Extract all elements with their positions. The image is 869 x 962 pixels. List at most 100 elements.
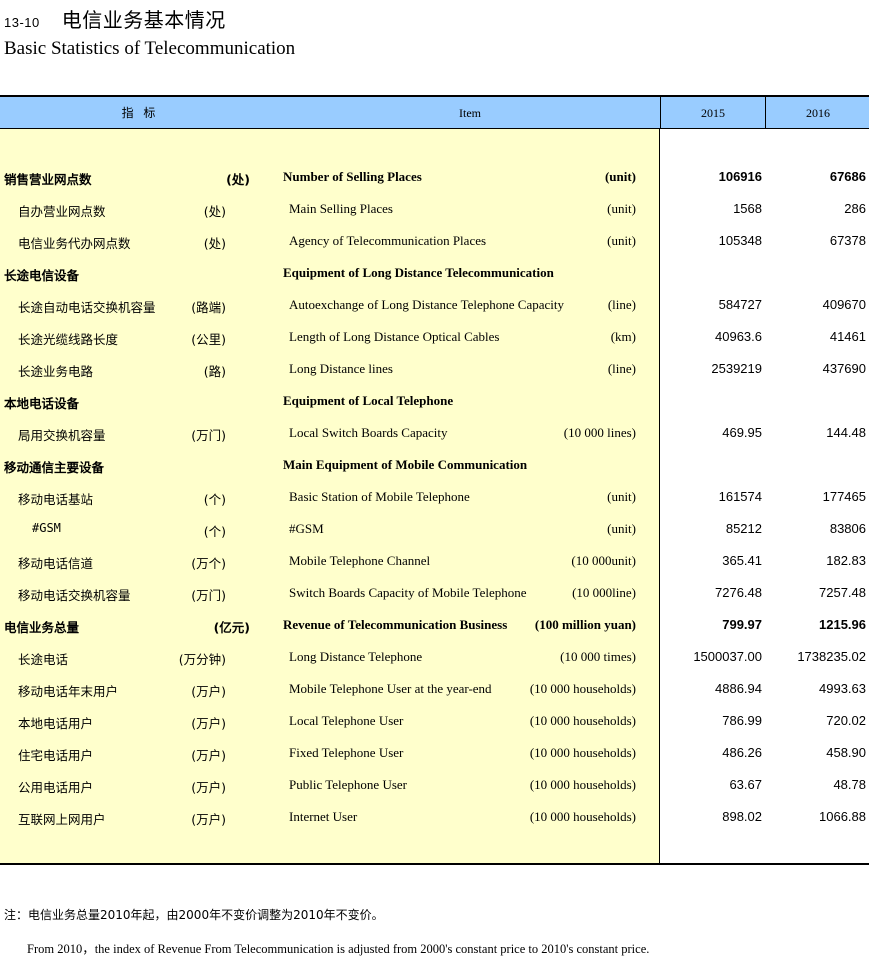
item-en: Equipment of Long Distance Telecommunica… [283,265,554,280]
value-2016: 144.48 [826,425,866,440]
item-en: Equipment of Local Telephone [283,393,454,408]
value-2016: 67686 [829,169,866,184]
value-2015: 584727 [718,297,762,312]
value-2016: 7257.48 [819,585,866,600]
value-2015: 486.26 [722,745,762,760]
item-en-unit: (10 000 households) [529,713,636,728]
item-en-unit: (unit) [604,169,636,184]
header-year-2015: 2015 [660,97,765,129]
indicator-cn-unit: (处) [203,204,226,219]
indicator-cn-unit: (万个) [191,556,226,571]
indicator-cn-unit: (路) [203,364,226,379]
table-row: 自办营业网点数 (处) Main Selling Places (unit) 1568 2… [0,193,869,225]
indicator-cn: 移动电话交换机容量 [18,588,131,603]
table-row: 电信业务代办网点数 (处) Agency of Telecommunication … [0,225,869,257]
table-row: 销售营业网点数 (处) Number of Selling Places (unit)… [0,161,869,193]
table-row: 移动电话年末用户 (万户) Mobile Telephone User at the… [0,673,869,705]
value-2015: 365.41 [722,553,762,568]
value-2015: 105348 [718,233,762,248]
table-row: 长途自动电话交换机容量 (路端) Autoexchange of Long Dist… [0,289,869,321]
indicator-cn: 移动通信主要设备 [4,460,105,475]
indicator-cn-unit: (万户) [191,716,226,731]
item-en-unit: (10 000 lines) [563,425,636,440]
table-row: 长途光缆线路长度 (公里) Length of Long Distance Opti… [0,321,869,353]
value-2016: 48.78 [833,777,866,792]
indicator-cn: 电信业务代办网点数 [18,236,131,251]
page-title-cn: 13-10 电信业务基本情况 [4,4,226,33]
indicator-cn-unit: (万户) [191,748,226,763]
indicator-cn: 局用交换机容量 [18,428,106,443]
value-2016: 1066.88 [819,809,866,824]
value-2016: 4993.63 [819,681,866,696]
indicator-cn: #GSM [32,521,61,535]
value-2016: 1738235.02 [797,649,866,664]
item-en: Basic Station of Mobile Telephone [289,489,470,504]
item-en: Revenue of Telecommunication Business [283,617,508,632]
item-en: Local Switch Boards Capacity [289,425,448,440]
table-row: 局用交换机容量 (万门) Local Switch Boards Capacity (… [0,417,869,449]
value-2015: 1568 [733,201,762,216]
page-title-en: Basic Statistics of Telecommunication [4,38,296,59]
table-header: 指 标 Item 2015 2016 [0,95,869,129]
header-year-2016: 2016 [765,97,869,129]
item-en: Agency of Telecommunication Places [289,233,487,248]
table-row: 移动电话信道 (万个) Mobile Telephone Channel (10 00… [0,545,869,577]
value-2015: 106916 [718,169,762,184]
item-en: #GSM [289,521,324,536]
item-en: Autoexchange of Long Distance Telephone … [289,297,565,312]
value-2015: 799.97 [722,617,762,632]
item-en: Public Telephone User [289,777,407,792]
item-en: Number of Selling Places [283,169,422,184]
table-row: 长途业务电路 (路) Long Distance lines (line) 253921… [0,353,869,385]
indicator-cn-unit: (万门) [191,588,226,603]
item-en-unit: (10 000 times) [560,649,636,664]
item-en-unit: (10 000 households) [529,777,636,792]
table-row: 移动通信主要设备 Main Equipment of Mobile Communi… [0,449,869,481]
indicator-cn: 销售营业网点数 [4,172,92,187]
indicator-cn: 公用电话用户 [18,780,94,795]
indicator-cn: 长途电信设备 [4,268,80,283]
value-2015: 63.67 [729,777,762,792]
item-en: Long Distance lines [289,361,393,376]
indicator-cn-unit: (万分钟) [178,652,226,667]
value-2015: 85212 [725,521,762,536]
indicator-cn-unit: (处) [226,172,250,187]
indicator-cn: 移动电话基站 [18,492,94,507]
item-en: Mobile Telephone Channel [289,553,431,568]
item-en-unit: (10 000unit) [571,553,636,568]
value-2015: 7276.48 [715,585,762,600]
value-2015: 161574 [718,489,762,504]
item-en-unit: (km) [610,329,636,344]
item-en-unit: (unit) [607,233,636,248]
item-en: Main Selling Places [289,201,393,216]
table-row: 互联网上网用户 (万户) Internet User (10 000 househol… [0,801,869,833]
header-item: Item [459,106,481,120]
value-2015: 4886.94 [715,681,762,696]
indicator-cn-unit: (亿元) [213,620,250,635]
footnote-en: From 2010，the index of Revenue From Tele… [27,942,650,956]
value-2016: 83806 [829,521,866,536]
indicator-cn-unit: (万门) [191,428,226,443]
table-row: 移动电话基站 (个) Basic Station of Mobile Telepho… [0,481,869,513]
item-en: Switch Boards Capacity of Mobile Telepho… [289,585,527,600]
item-en: Length of Long Distance Optical Cables [289,329,500,344]
indicator-cn: 长途电话 [18,652,69,667]
value-2015: 40963.6 [715,329,762,344]
indicator-cn: 长途业务电路 [18,364,94,379]
value-2016: 182.83 [826,553,866,568]
item-en-unit: (unit) [607,201,636,216]
indicator-cn: 移动电话年末用户 [18,684,119,699]
table-row: 本地电话用户 (万户) Local Telephone User (10 000 ho… [0,705,869,737]
indicator-cn-unit: (万户) [191,812,226,827]
item-en: Local Telephone User [289,713,404,728]
table-row: 本地电话设备 Equipment of Local Telephone [0,385,869,417]
table-row: #GSM (个) #GSM (unit) 85212 83806 [0,513,869,545]
item-en: Internet User [289,809,358,824]
indicator-cn-unit: (处) [203,236,226,251]
statistics-table: 指 标 Item 2015 2016 销售营业网点数 (处) Number of S… [0,95,869,865]
indicator-cn: 互联网上网用户 [18,812,106,827]
item-en-unit: (line) [607,297,636,312]
value-2015: 786.99 [722,713,762,728]
header-indicator: 指 标 [121,106,159,120]
value-2015: 469.95 [722,425,762,440]
